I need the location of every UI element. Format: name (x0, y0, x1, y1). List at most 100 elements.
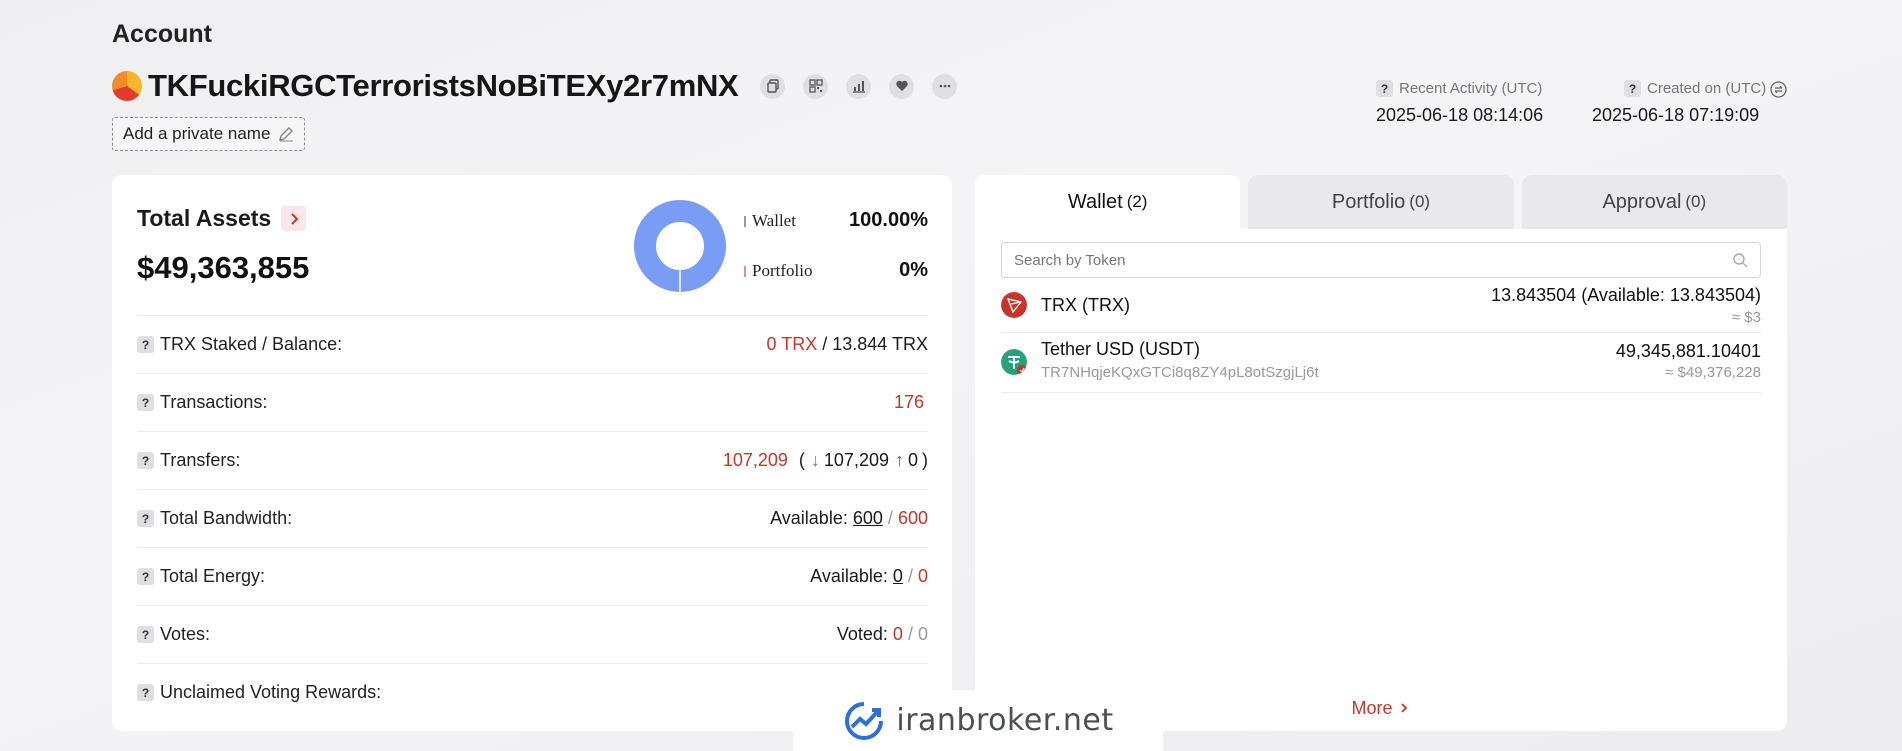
asset-donut-chart (634, 200, 726, 292)
tab-label: Wallet (1067, 190, 1123, 213)
transfers-row: ? Transfers: 107,209 (↓ 107,209 ↑ 0) (137, 431, 928, 489)
recent-activity: ? Recent Activity (UTC) 2025-06-18 08:14:… (1376, 80, 1543, 126)
bandwidth-row: ? Total Bandwidth: Available: 600 / 600 (137, 489, 928, 547)
token-tabs: Wallet (2) Portfolio (0) Approval (0) (975, 175, 1787, 229)
transfers-value: 107,209 (↓ 107,209 ↑ 0) (723, 450, 928, 471)
trx-icon (1001, 292, 1027, 318)
legend-portfolio-marker (744, 265, 746, 277)
watermark: iranbroker.net (793, 690, 1163, 751)
more-icon[interactable] (932, 73, 958, 99)
legend-wallet: Wallet (744, 211, 796, 231)
search-icon[interactable] (1732, 252, 1748, 268)
pencil-icon (279, 127, 294, 142)
address-actions (760, 73, 958, 99)
token-row-trx[interactable]: TRX (TRX) 13.843504 (Available: 13.84350… (1001, 285, 1761, 333)
chevron-right-icon (1400, 703, 1407, 713)
bandwidth-total: 600 (897, 508, 928, 528)
created-on: ? Created on (UTC) 2025-06-18 07:19:09 (1592, 80, 1766, 126)
created-on-label: Created on (UTC) (1647, 80, 1767, 97)
energy-row: ? Total Energy: Available: 0 / 0 (137, 547, 928, 605)
paren-open: ( (798, 450, 805, 470)
tab-approval[interactable]: Approval (0) (1521, 175, 1787, 229)
votes-value: Voted: 0 / 0 (837, 624, 928, 645)
created-on-value: 2025-06-18 07:19:09 (1592, 105, 1760, 125)
separator: / (822, 334, 828, 354)
account-address: TKFuckiRGCTerroristsNoBiTEXy2r7mNX (148, 68, 739, 103)
trx-staked-value: 0 TRX / 13.844 TRX (767, 334, 928, 355)
row-label: Unclaimed Voting Rewards: (160, 682, 382, 702)
transfers-total[interactable]: 107,209 (723, 450, 788, 470)
token-usd-value: ≈ $3 (1731, 309, 1761, 326)
heart-icon[interactable] (889, 73, 915, 99)
help-icon[interactable]: ? (137, 394, 154, 411)
usdt-icon (1001, 349, 1027, 375)
arrow-down-icon: ↓ (810, 450, 820, 470)
token-name: TRX (TRX) (1041, 295, 1130, 315)
available-prefix: Available: (810, 566, 888, 586)
private-name-label: Add a private name (123, 124, 271, 143)
token-usd-value: ≈ $49,376,228 (1665, 364, 1761, 381)
tab-count: (0) (1409, 192, 1431, 211)
tokens-card: Wallet (2) Portfolio (0) Approval (0) Searc… (975, 175, 1787, 731)
token-contract-address[interactable]: TR7NHqjeKQxGTCi8q8ZY4pL8otSzgjLj6t (1041, 364, 1319, 381)
help-icon[interactable]: ? (137, 336, 154, 353)
row-label: Transfers: (160, 450, 241, 470)
chart-icon[interactable] (846, 73, 872, 99)
help-icon[interactable]: ? (137, 568, 154, 585)
help-icon[interactable]: ? (137, 510, 154, 527)
address-row: TKFuckiRGCTerroristsNoBiTEXy2r7mNX (112, 66, 958, 106)
help-icon[interactable]: ? (1624, 80, 1641, 97)
token-search-input[interactable]: Search by Token (1001, 242, 1761, 278)
avatar (112, 71, 142, 101)
total-assets-value: $49,363,855 (137, 250, 310, 285)
timezone-switch-icon[interactable] (1770, 81, 1787, 98)
add-private-name-button[interactable]: Add a private name (112, 117, 306, 151)
available-prefix: Available: (770, 508, 848, 528)
arrow-up-icon: ↑ (894, 450, 904, 470)
recent-activity-label: Recent Activity (UTC) (1399, 80, 1543, 97)
legend-portfolio: Portfolio (744, 261, 812, 281)
token-amount: 49,345,881.10401 (1615, 341, 1761, 361)
bandwidth-available[interactable]: 600 (853, 508, 883, 528)
recent-activity-value: 2025-06-18 08:14:06 (1376, 105, 1544, 125)
token-amount: 13.843504 (Available: 13.843504) (1491, 285, 1761, 305)
chevron-right-icon[interactable] (281, 206, 307, 231)
votes-voted: 0 (892, 624, 903, 644)
legend-portfolio-pct: 0% (899, 259, 928, 281)
token-row-usdt[interactable]: Tether USD (USDT) TR7NHqjeKQxGTCi8q8ZY4p… (1001, 335, 1761, 393)
paren-close: ) (922, 450, 928, 470)
help-icon[interactable]: ? (137, 452, 154, 469)
votes-total: 0 (917, 624, 928, 644)
legend-wallet-pct: 100.00% (849, 209, 928, 231)
legend-portfolio-label: Portfolio (752, 261, 813, 280)
transactions-count[interactable]: 176 (894, 392, 924, 413)
transactions-row: ? Transactions: 176 (137, 373, 928, 431)
legend-wallet-marker (744, 215, 746, 227)
separator: / (907, 566, 913, 586)
tab-wallet[interactable]: Wallet (2) (975, 175, 1241, 229)
votes-row: ? Votes: Voted: 0 / 0 (137, 605, 928, 663)
tab-count: (0) (1685, 192, 1707, 211)
tab-label: Portfolio (1331, 190, 1406, 213)
help-icon[interactable]: ? (137, 626, 154, 643)
tab-portfolio[interactable]: Portfolio (0) (1248, 175, 1514, 229)
bandwidth-value: Available: 600 / 600 (770, 508, 928, 529)
watermark-text: iranbroker.net (896, 703, 1114, 738)
help-icon[interactable]: ? (137, 684, 154, 701)
copy-icon[interactable] (760, 73, 786, 99)
separator: / (907, 624, 913, 644)
token-name: Tether USD (USDT) (1041, 339, 1201, 359)
voted-prefix: Voted: (836, 624, 888, 644)
total-assets-label: Total Assets (137, 205, 272, 231)
qr-code-icon[interactable] (803, 73, 829, 99)
total-assets-card: Total Assets $49,363,855 Wallet 100.00% … (112, 175, 952, 731)
energy-available[interactable]: 0 (893, 566, 903, 586)
separator: / (887, 508, 893, 528)
tab-count: (2) (1126, 192, 1148, 211)
row-label: TRX Staked / Balance: (160, 334, 343, 354)
staked-amount[interactable]: 0 TRX (767, 334, 818, 354)
row-label: Total Bandwidth: (160, 508, 293, 528)
legend-wallet-label: Wallet (752, 211, 796, 230)
transfers-in: 107,209 (823, 450, 889, 470)
help-icon[interactable]: ? (1376, 80, 1393, 97)
